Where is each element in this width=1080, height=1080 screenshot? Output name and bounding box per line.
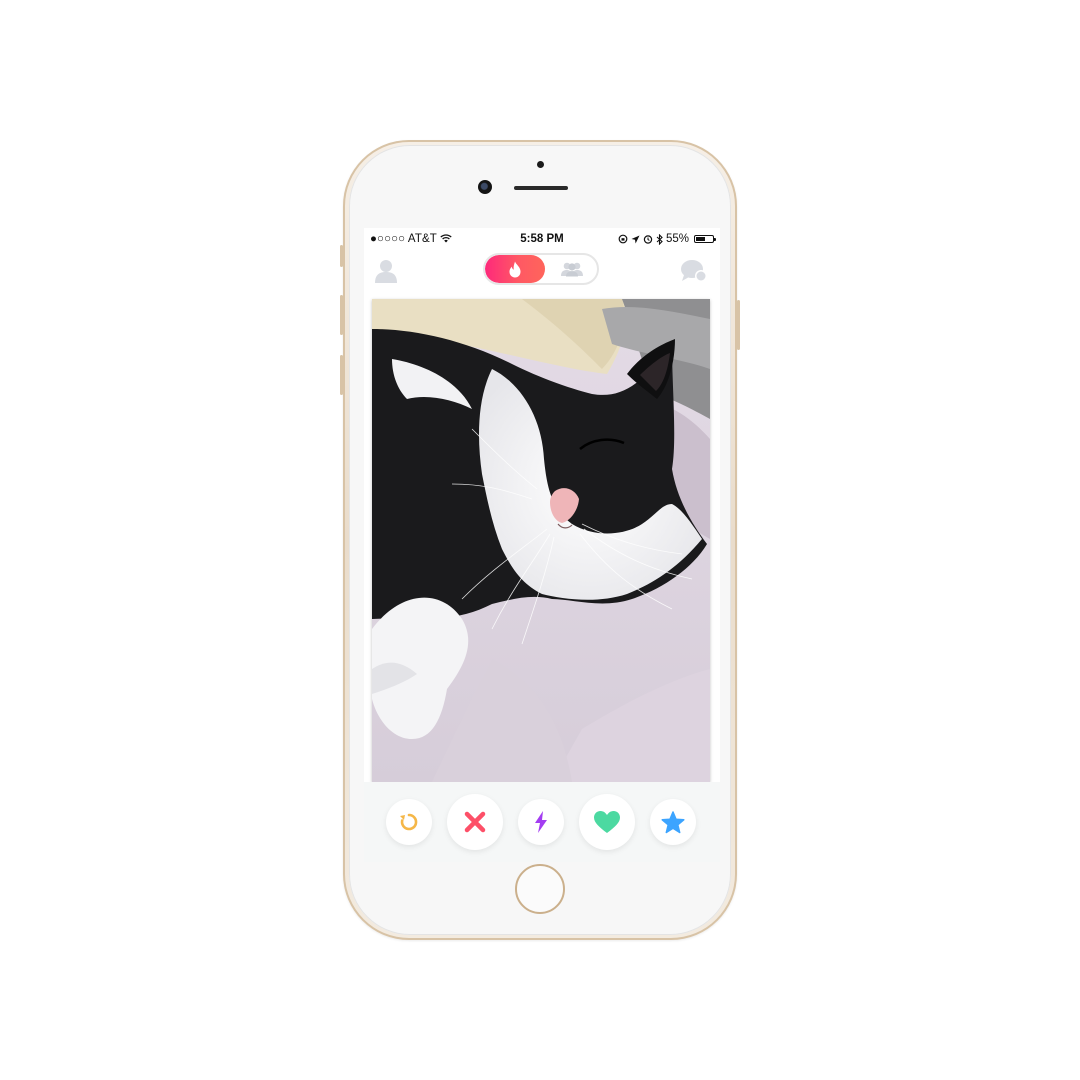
star-icon xyxy=(661,810,685,833)
alarm-icon xyxy=(643,235,653,244)
like-button[interactable] xyxy=(579,794,635,850)
battery-icon xyxy=(694,235,716,243)
rotation-lock-icon xyxy=(618,234,628,244)
mute-switch xyxy=(340,245,343,267)
front-camera xyxy=(478,180,492,194)
volume-up-button xyxy=(340,295,343,335)
rewind-button[interactable] xyxy=(386,799,432,845)
status-bar: ●○○○○ AT&T 5:58 PM 55% xyxy=(364,228,720,250)
profile-icon[interactable] xyxy=(374,258,398,284)
earpiece-speaker xyxy=(514,186,568,190)
heart-icon xyxy=(594,811,620,833)
volume-down-button xyxy=(340,355,343,395)
super-like-button[interactable] xyxy=(650,799,696,845)
boost-button[interactable] xyxy=(518,799,564,845)
flame-icon xyxy=(509,261,521,277)
proximity-sensor xyxy=(537,161,544,168)
battery-fill xyxy=(696,237,705,241)
battery-percent: 55% xyxy=(665,233,689,245)
lightning-icon xyxy=(535,811,547,833)
cat-photo xyxy=(372,299,710,782)
group-icon xyxy=(561,262,583,277)
power-button xyxy=(737,300,740,350)
close-icon xyxy=(464,811,486,833)
home-button[interactable] xyxy=(515,864,565,914)
bluetooth-icon xyxy=(656,233,663,245)
action-bar xyxy=(364,782,720,862)
toggle-social-mode[interactable] xyxy=(547,255,597,283)
app-screen: ●○○○○ AT&T 5:58 PM 55% xyxy=(364,228,720,862)
chat-icon[interactable] xyxy=(680,258,708,284)
mode-toggle[interactable] xyxy=(483,253,599,285)
status-right: 55% xyxy=(618,233,716,245)
rewind-icon xyxy=(400,813,418,831)
nope-button[interactable] xyxy=(447,794,503,850)
location-icon xyxy=(631,235,640,243)
toggle-tinder-mode[interactable] xyxy=(485,255,545,283)
profile-card[interactable] xyxy=(372,299,710,782)
